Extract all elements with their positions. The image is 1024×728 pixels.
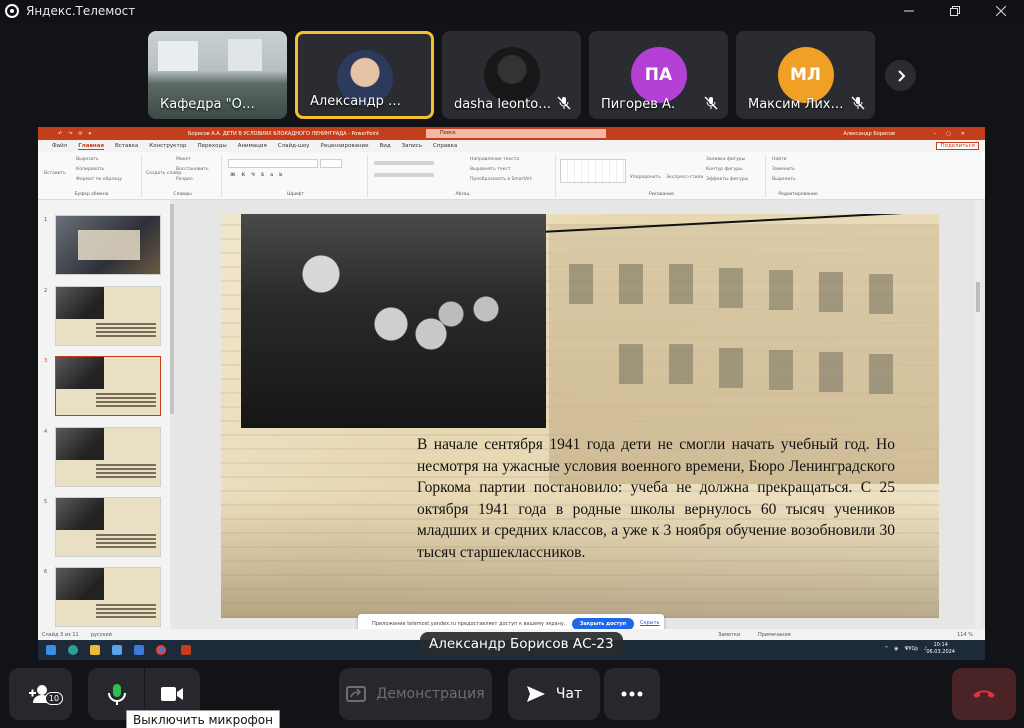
participant-avatar	[483, 47, 540, 103]
close-icon	[996, 6, 1006, 16]
more-options-button[interactable]	[604, 668, 660, 720]
chevron-right-icon	[897, 69, 905, 82]
slide-thumbnail: 5	[42, 497, 168, 557]
ribbon-group-font: ЖКЧSab Шрифт	[224, 155, 368, 197]
telemost-logo-icon	[5, 4, 19, 18]
ppt-window-controls: –▢✕	[933, 130, 975, 137]
ribbon-tab: Файл	[52, 143, 68, 149]
restore-icon	[950, 6, 960, 16]
telemost-window: Яндекс.Телемост Кафедра "Обще… Александр…	[0, 0, 1024, 728]
chrome-icon	[156, 645, 166, 655]
ribbon-tab: Запись	[401, 143, 422, 149]
restore-button[interactable]	[932, 0, 978, 22]
screen-share-label: Демонстрация	[376, 686, 485, 702]
slide-thumbnail: 4	[42, 427, 168, 487]
ppt-share-button: Поделиться	[936, 142, 979, 150]
ppt-workspace: 1 2 3 4 5 6 В начале сентября 1941 года …	[38, 200, 985, 629]
ppt-user-name: Александр Борисов	[843, 130, 895, 137]
slide-thumbnail: 6	[42, 567, 168, 627]
notice-text: Приложение telemost.yandex.ru предоставл…	[372, 621, 566, 627]
participants-strip: Кафедра "Обще… Александр Бор… dasha leon…	[148, 31, 875, 119]
screen-share-icon	[346, 686, 367, 702]
hide-notice-link: Скрыть	[640, 620, 660, 626]
folder-icon	[90, 645, 100, 655]
hang-up-icon	[973, 690, 995, 698]
participant-tile[interactable]: Кафедра "Обще…	[148, 31, 287, 119]
slide-body-text: В начале сентября 1941 года дети не смог…	[417, 436, 895, 561]
minimize-button[interactable]	[886, 0, 932, 22]
slide-thumbnails: 1 2 3 4 5 6	[38, 200, 174, 629]
window-title: Яндекс.Телемост	[26, 4, 136, 18]
chat-label: Чат	[555, 686, 583, 702]
ribbon-group-drawing: Упорядочить Экспресс-стили Заливка фигур…	[558, 155, 766, 197]
ribbon-group-editing: Найти Заменить Выделить Редактирование	[772, 157, 818, 197]
powerpoint-icon	[181, 645, 191, 655]
participant-name: Кафедра "Обще…	[160, 97, 261, 112]
ribbon-tab: Рецензирование	[320, 143, 369, 149]
participant-name: Максим Лих…	[748, 97, 844, 112]
ribbon-tab: Переходы	[197, 143, 227, 149]
participant-tile[interactable]: ПА Пигорев А.	[589, 31, 728, 119]
slide-thumbnail-selected: 3	[42, 356, 168, 416]
ribbon-group-slides: Создать слайд Макет Восстановить Раздел …	[144, 155, 222, 197]
participant-name: Пигорев А.	[601, 97, 676, 112]
screen-share-button[interactable]: Демонстрация	[339, 668, 492, 720]
store-icon	[112, 645, 122, 655]
ribbon-tab: Вид	[379, 143, 391, 149]
participant-tile[interactable]: dasha leonto…	[442, 31, 581, 119]
taskbar-clock: 10:14 06.03.2024	[926, 642, 955, 655]
ribbon-tab: Конструктор	[149, 143, 187, 149]
slide-thumbnail: 1	[42, 215, 168, 275]
ribbon-tab-selected: Главная	[78, 142, 104, 150]
title-bar: Яндекс.Телемост	[0, 0, 1024, 22]
ppt-search-box: Поиск	[426, 129, 606, 138]
ribbon: Вставить Вырезать Копировать Формат по о…	[38, 152, 985, 200]
expand-icon[interactable]	[981, 141, 985, 163]
camera-icon[interactable]	[160, 684, 184, 704]
more-dots-icon	[621, 691, 643, 697]
close-window-button[interactable]	[978, 0, 1024, 22]
minimize-icon	[904, 10, 914, 12]
chat-button[interactable]: Чат	[508, 668, 600, 720]
ribbon-group-clipboard: Вставить Вырезать Копировать Формат по о…	[42, 155, 142, 197]
windows-start-icon	[46, 645, 56, 655]
mic-tooltip: Выключить микрофон	[126, 710, 280, 728]
next-participants-button[interactable]	[885, 60, 916, 91]
slide-photo-classroom	[241, 214, 546, 428]
thumbnails-scrollbar	[170, 200, 174, 629]
quick-access-toolbar: ↶↷⟳▾	[58, 130, 98, 137]
participant-name: Александр Бор…	[310, 94, 405, 109]
mail-icon	[134, 645, 144, 655]
mic-off-icon	[557, 96, 571, 110]
slide-thumbnail: 2	[42, 286, 168, 346]
participant-tile-active-speaker[interactable]: Александр Бор…	[295, 31, 434, 119]
ribbon-tab: Вставка	[114, 143, 139, 149]
ribbon-tab: Справка	[433, 143, 458, 149]
participants-button[interactable]	[9, 668, 72, 720]
ribbon-group-paragraph: Направление текста Выровнять текст Преоб…	[370, 155, 556, 197]
presenter-label: Александр Борисов АС-23	[420, 632, 623, 656]
document-title: Борисов А.А. ДЕТИ В УСЛОВИЯХ БЛОКАДНОГО …	[188, 130, 380, 137]
slide-scrollbar	[975, 200, 981, 629]
end-call-button[interactable]	[952, 668, 1016, 720]
ribbon-tabs: Файл Главная Вставка Конструктор Переход…	[38, 140, 985, 152]
mic-off-icon	[851, 96, 865, 110]
participant-avatar: ПА	[630, 47, 687, 103]
microphone-icon[interactable]	[106, 682, 128, 706]
send-icon	[526, 686, 545, 702]
participant-avatar: МЛ	[777, 47, 834, 103]
ribbon-tab: Слайд-шоу	[277, 143, 310, 149]
shared-screen: ↶↷⟳▾ Борисов А.А. ДЕТИ В УСЛОВИЯХ БЛОКАД…	[38, 127, 985, 660]
participant-tile[interactable]: МЛ Максим Лих…	[736, 31, 875, 119]
participant-name: dasha leonto…	[454, 97, 552, 112]
edge-icon	[68, 645, 78, 655]
mic-off-icon	[704, 96, 718, 110]
current-slide: В начале сентября 1941 года дети не смог…	[221, 214, 939, 618]
powerpoint-title-bar: ↶↷⟳▾ Борисов А.А. ДЕТИ В УСЛОВИЯХ БЛОКАД…	[38, 127, 985, 140]
ribbon-tab: Анимация	[237, 143, 267, 149]
participants-count-badge: 10	[45, 692, 63, 705]
